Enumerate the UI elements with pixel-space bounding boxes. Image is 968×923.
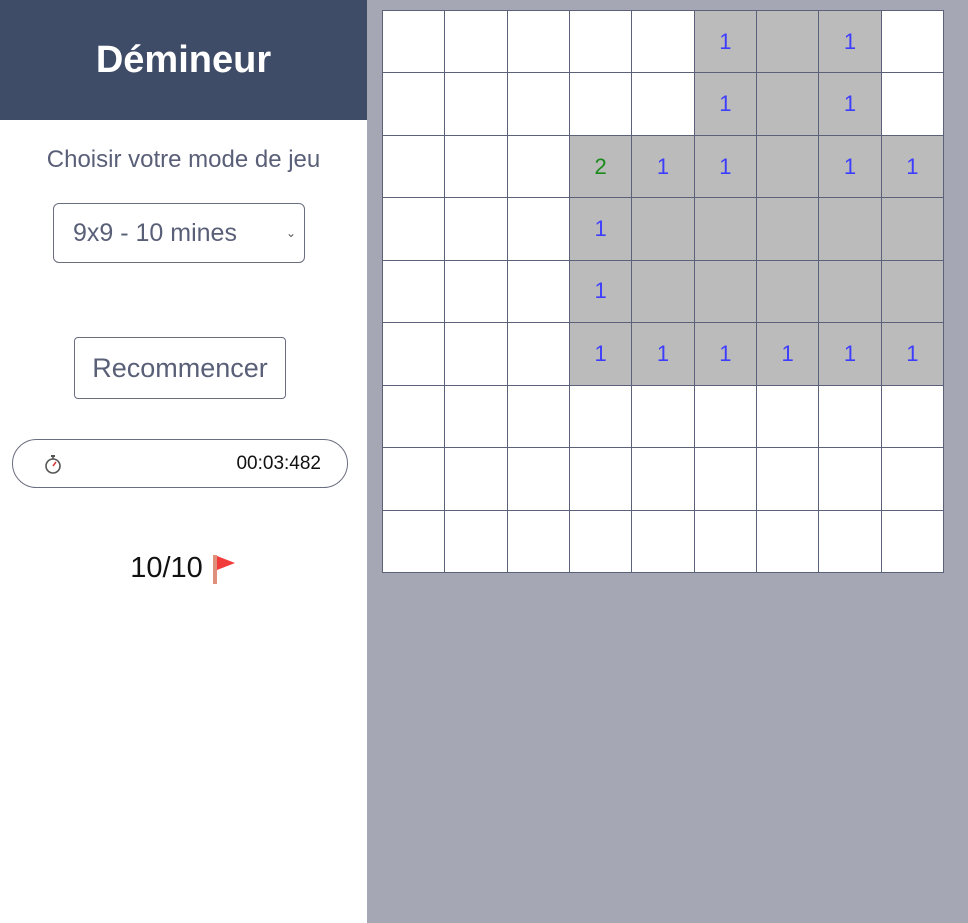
cell-unrevealed[interactable]	[445, 260, 508, 324]
flag-icon	[212, 554, 235, 584]
cell-empty[interactable]	[819, 198, 882, 261]
cell-unrevealed[interactable]	[507, 385, 570, 449]
cell-unrevealed[interactable]	[694, 510, 757, 573]
cell-unrevealed[interactable]	[819, 510, 882, 573]
cell-number[interactable]: 1	[632, 135, 695, 199]
cell-empty[interactable]	[881, 198, 944, 261]
cell-number[interactable]: 1	[569, 198, 633, 261]
cell-unrevealed[interactable]	[445, 448, 508, 511]
cell-number[interactable]: 1	[569, 260, 633, 324]
cell-unrevealed[interactable]	[507, 323, 570, 386]
cell-unrevealed[interactable]	[756, 385, 820, 449]
timer-value: 00:03:482	[236, 452, 321, 474]
cell-unrevealed[interactable]	[383, 135, 446, 199]
cell-unrevealed[interactable]	[632, 11, 695, 74]
chevron-down-icon: ⌄	[285, 226, 296, 240]
cell-number[interactable]: 1	[756, 323, 820, 386]
cell-unrevealed[interactable]	[632, 385, 695, 449]
cell-unrevealed[interactable]	[383, 73, 446, 136]
cell-unrevealed[interactable]	[756, 510, 820, 573]
cell-empty[interactable]	[819, 260, 882, 324]
cell-empty[interactable]	[881, 260, 944, 324]
app-title: Démineur	[95, 38, 272, 81]
cell-empty[interactable]	[694, 260, 757, 324]
cell-empty[interactable]	[694, 198, 757, 261]
cell-unrevealed[interactable]	[819, 448, 882, 511]
cell-unrevealed[interactable]	[569, 385, 633, 449]
cell-unrevealed[interactable]	[569, 448, 633, 511]
cell-unrevealed[interactable]	[507, 260, 570, 324]
cell-unrevealed[interactable]	[569, 11, 633, 74]
cell-unrevealed[interactable]	[507, 11, 570, 74]
flag-count: 10/10	[130, 552, 203, 584]
cell-unrevealed[interactable]	[507, 448, 570, 511]
mode-select[interactable]: 9x9 - 10 mines ⌄	[53, 203, 305, 263]
cell-unrevealed[interactable]	[383, 198, 446, 261]
cell-empty[interactable]	[756, 11, 820, 74]
cell-number[interactable]: 1	[819, 11, 882, 74]
cell-unrevealed[interactable]	[881, 73, 944, 136]
cell-unrevealed[interactable]	[445, 510, 508, 573]
cell-unrevealed[interactable]	[569, 510, 633, 573]
cell-unrevealed[interactable]	[694, 448, 757, 511]
cell-empty[interactable]	[632, 198, 695, 261]
cell-empty[interactable]	[756, 260, 820, 324]
mode-select-value: 9x9 - 10 mines	[73, 218, 237, 247]
mode-label: Choisir votre mode de jeu	[46, 146, 321, 173]
cell-empty[interactable]	[756, 198, 820, 261]
cell-unrevealed[interactable]	[881, 510, 944, 573]
cell-empty[interactable]	[756, 135, 820, 199]
cell-unrevealed[interactable]	[756, 448, 820, 511]
game-board: 11112111111111111	[382, 10, 944, 573]
cell-unrevealed[interactable]	[445, 198, 508, 261]
cell-unrevealed[interactable]	[383, 323, 446, 386]
cell-unrevealed[interactable]	[569, 73, 633, 136]
cell-number[interactable]: 1	[694, 323, 757, 386]
cell-number[interactable]: 1	[694, 11, 757, 74]
cell-unrevealed[interactable]	[507, 510, 570, 573]
cell-unrevealed[interactable]	[383, 11, 446, 74]
cell-unrevealed[interactable]	[819, 385, 882, 449]
cell-unrevealed[interactable]	[383, 385, 446, 449]
header: Démineur	[0, 0, 367, 120]
cell-number[interactable]: 1	[819, 323, 882, 386]
flag-counter: 10/10	[0, 552, 367, 585]
cell-unrevealed[interactable]	[632, 510, 695, 573]
cell-unrevealed[interactable]	[507, 73, 570, 136]
cell-number[interactable]: 1	[694, 135, 757, 199]
cell-unrevealed[interactable]	[383, 448, 446, 511]
cell-number[interactable]: 1	[632, 323, 695, 386]
cell-number[interactable]: 1	[819, 135, 882, 199]
cell-unrevealed[interactable]	[694, 385, 757, 449]
cell-number[interactable]: 1	[881, 135, 944, 199]
cell-number[interactable]: 1	[819, 73, 882, 136]
cell-unrevealed[interactable]	[507, 135, 570, 199]
cell-unrevealed[interactable]	[881, 11, 944, 74]
cell-unrevealed[interactable]	[445, 73, 508, 136]
cell-unrevealed[interactable]	[445, 385, 508, 449]
cell-unrevealed[interactable]	[383, 510, 446, 573]
cell-unrevealed[interactable]	[507, 198, 570, 261]
timer: 00:03:482	[12, 439, 348, 488]
cell-number[interactable]: 2	[569, 135, 633, 199]
cell-unrevealed[interactable]	[881, 385, 944, 449]
restart-button[interactable]: Recommencer	[74, 337, 286, 399]
cell-unrevealed[interactable]	[881, 448, 944, 511]
cell-unrevealed[interactable]	[632, 448, 695, 511]
cell-unrevealed[interactable]	[445, 11, 508, 74]
cell-number[interactable]: 1	[881, 323, 944, 386]
cell-number[interactable]: 1	[569, 323, 633, 386]
cell-unrevealed[interactable]	[632, 73, 695, 136]
cell-unrevealed[interactable]	[445, 135, 508, 199]
cell-empty[interactable]	[632, 260, 695, 324]
sidebar: Démineur Choisir votre mode de jeu 9x9 -…	[0, 0, 367, 923]
cell-empty[interactable]	[756, 73, 820, 136]
stopwatch-icon	[45, 454, 61, 474]
cell-unrevealed[interactable]	[383, 260, 446, 324]
cell-unrevealed[interactable]	[445, 323, 508, 386]
cell-number[interactable]: 1	[694, 73, 757, 136]
